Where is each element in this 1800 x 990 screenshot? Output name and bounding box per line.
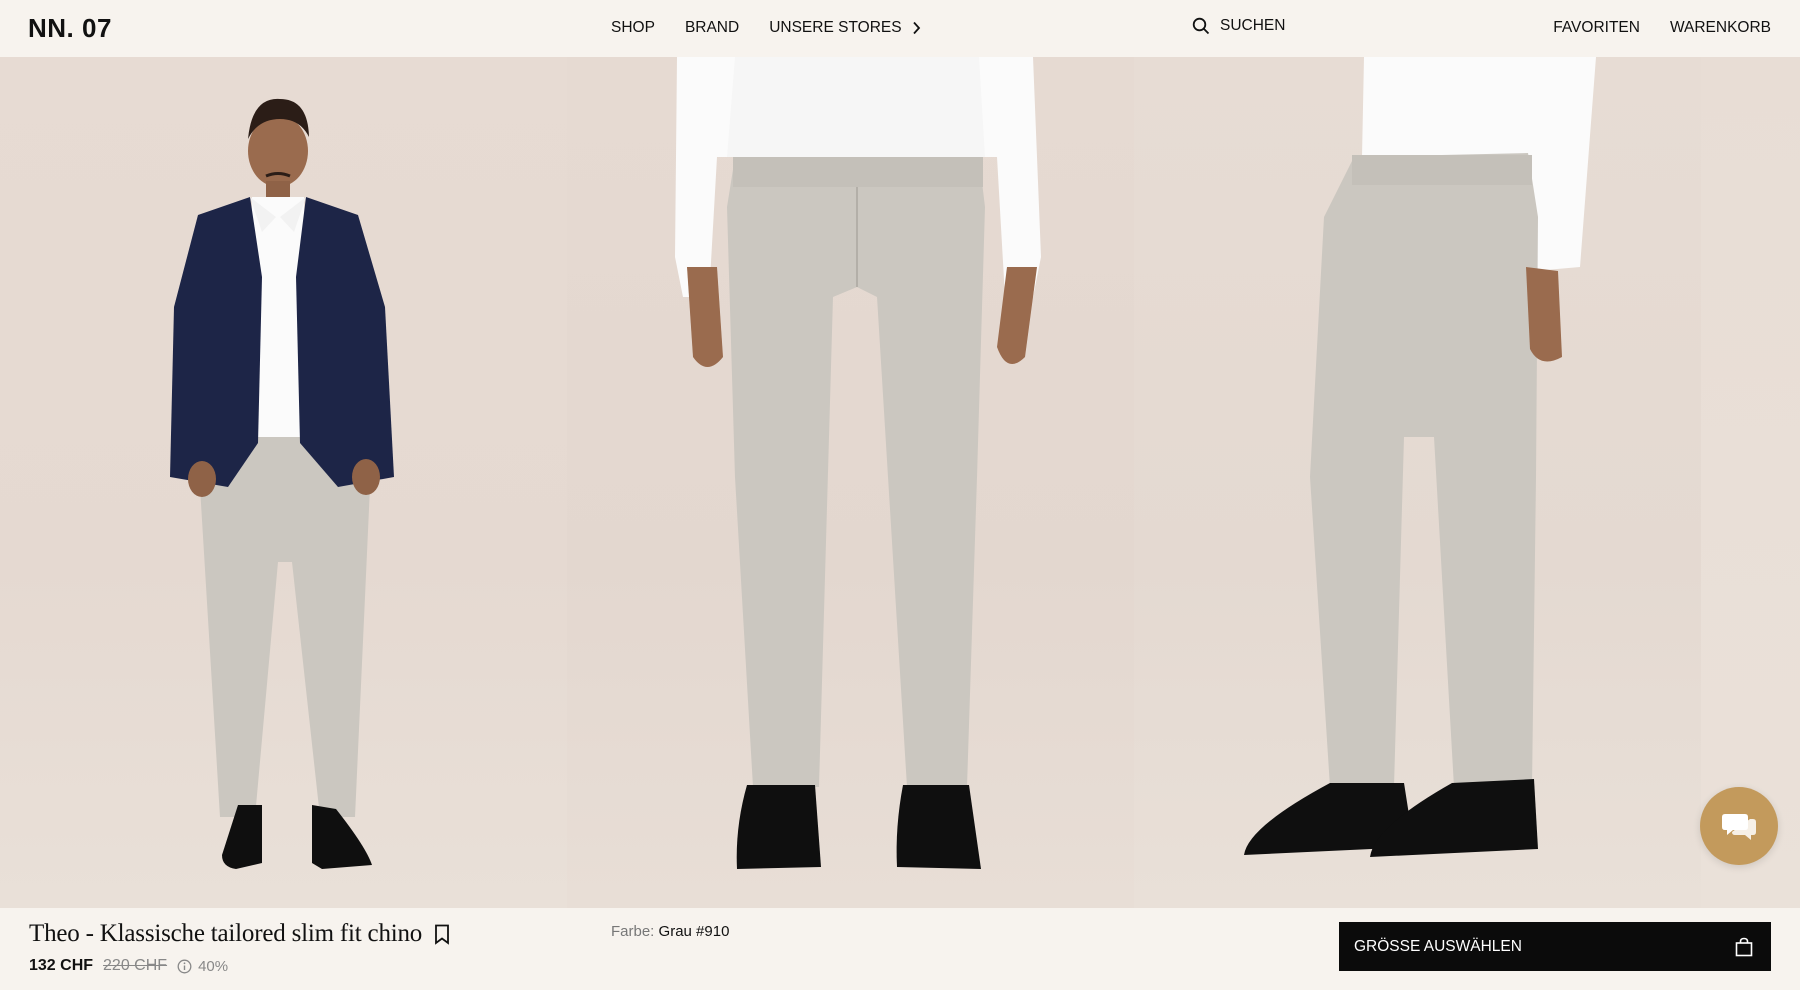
cart-link[interactable]: WARENKORB [1670,19,1771,37]
color-label: Farbe: [611,923,655,940]
search-button[interactable]: SUCHEN [1192,17,1285,35]
nav-label-stores: UNSERE STORES [769,19,902,36]
chevron-right-icon [912,21,920,35]
search-label: SUCHEN [1220,17,1286,34]
trousers-front-illustration [675,57,1041,869]
bookmark-button[interactable] [434,924,450,945]
discount-percent: 40% [198,957,229,975]
nav-item-brand[interactable]: BRAND [685,19,739,37]
shopping-bag-icon [1735,937,1753,956]
chat-bubble-icon [1722,814,1756,840]
account-nav: FAVORITEN WARENKORB [1553,19,1771,37]
discount-info[interactable]: 40% [177,958,228,975]
site-header: NN. 07 SHOP BRAND UNSERE STORES SUCHEN F… [0,0,1800,57]
nav-label-brand: BRAND [684,19,740,36]
product-gallery [0,57,1800,908]
product-image-next-partial[interactable] [1701,57,1800,908]
search-icon [1192,17,1210,35]
current-price: 132 CHF [29,957,94,974]
product-title: Theo - Klassische tailored slim fit chin… [29,920,423,947]
color-info: Farbe: Grau #910 [611,923,729,940]
product-info-bar: Theo - Klassische tailored slim fit chin… [0,908,1800,990]
bookmark-icon [435,924,450,945]
chat-button[interactable] [1700,787,1778,865]
price-row: 132 CHF 220 CHF 40% [29,957,228,975]
product-image-full-look[interactable] [0,57,567,908]
nav-item-stores[interactable]: UNSERE STORES [769,19,920,37]
nav-item-shop[interactable]: SHOP [611,19,655,37]
product-image-trousers-front[interactable] [567,57,1134,908]
original-price: 220 CHF [103,957,168,974]
color-value: Grau #910 [658,923,730,940]
main-nav: SHOP BRAND UNSERE STORES [611,19,921,37]
favorites-link[interactable]: FAVORITEN [1553,19,1640,37]
nav-label-shop: SHOP [611,19,655,36]
select-size-button[interactable]: GRÖSSE AUSWÄHLEN [1339,922,1771,971]
product-title-row: Theo - Klassische tailored slim fit chin… [29,920,450,948]
trousers-side-illustration [1244,57,1596,857]
product-image-trousers-side[interactable] [1134,57,1701,908]
brand-logo[interactable]: NN. 07 [28,13,112,44]
model-full-look-illustration [170,98,394,869]
select-size-label: GRÖSSE AUSWÄHLEN [1354,937,1522,955]
info-icon [177,959,192,973]
